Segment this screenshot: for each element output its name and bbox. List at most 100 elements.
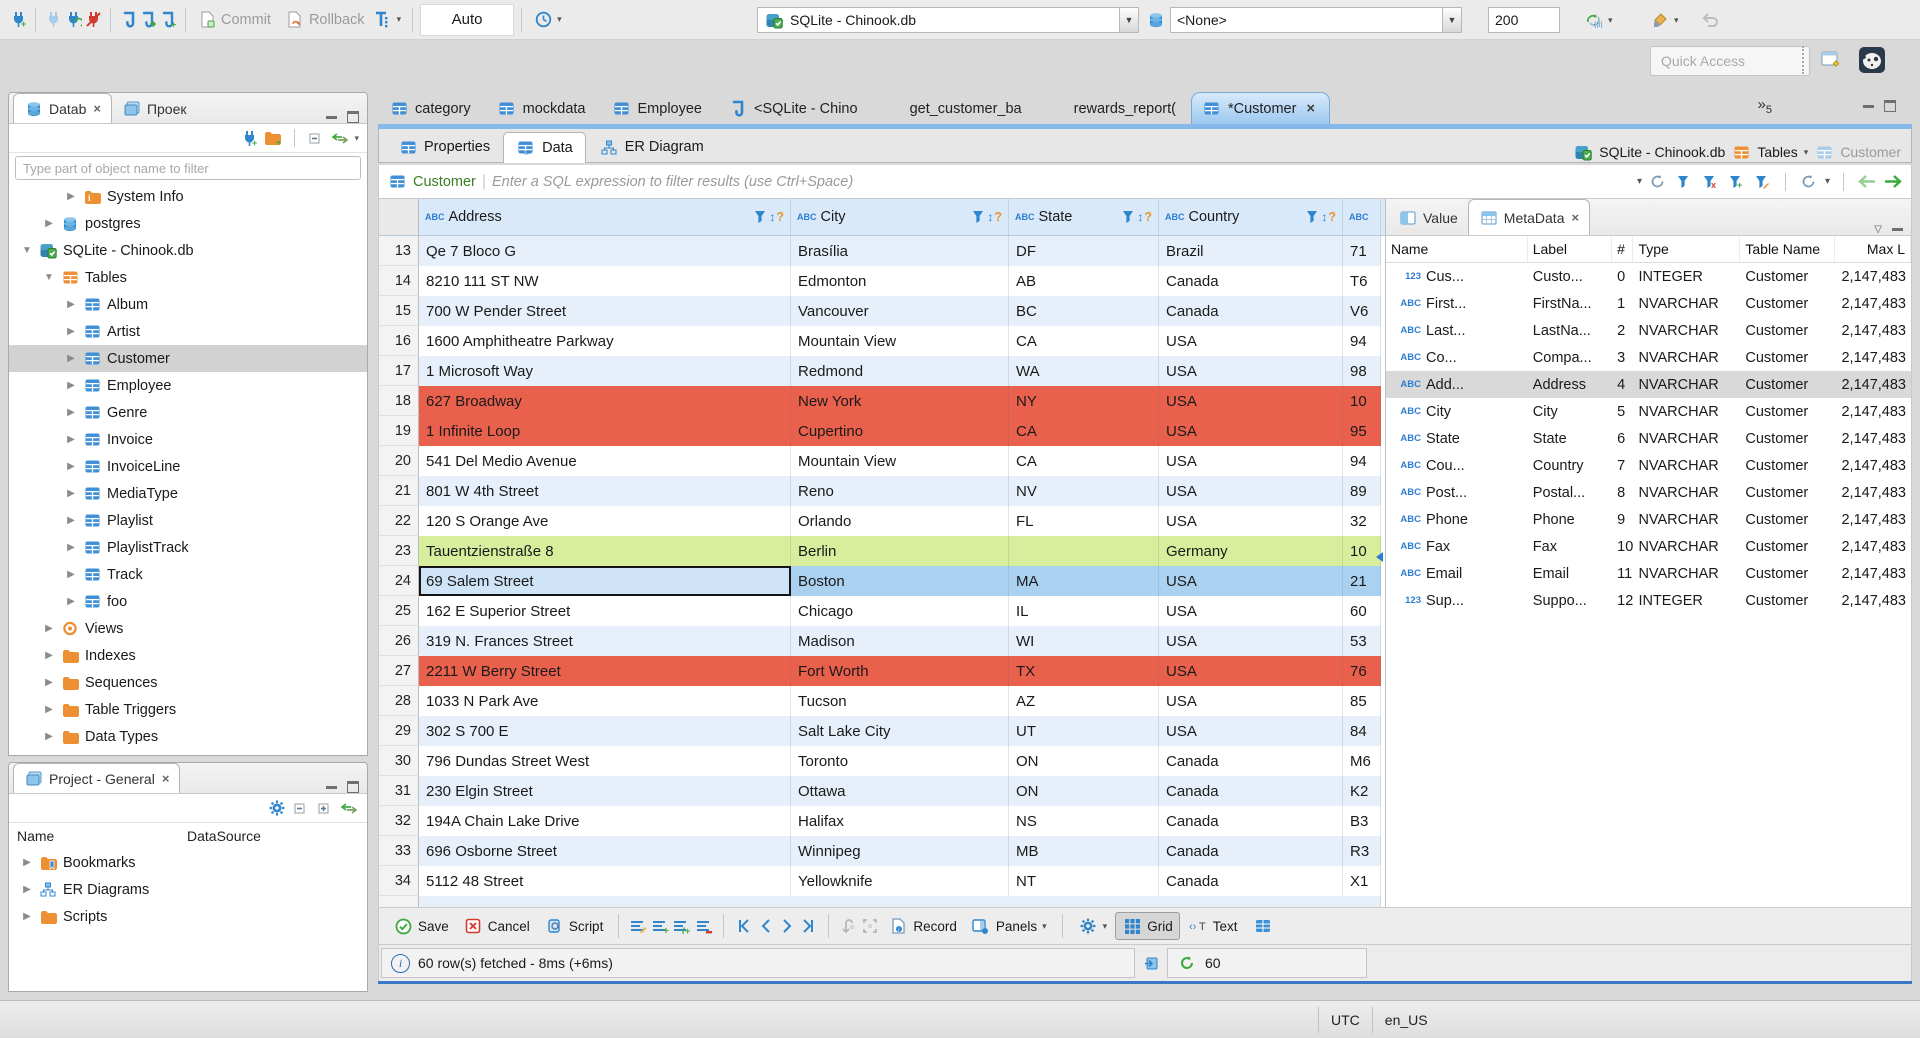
- cell-extra[interactable]: B3: [1343, 806, 1381, 836]
- cell-state[interactable]: ON: [1009, 776, 1159, 806]
- row-number-cell[interactable]: 15: [379, 296, 419, 326]
- cell-country[interactable]: USA: [1159, 656, 1343, 686]
- chevron-down-icon[interactable]: ▽: [1874, 224, 1882, 235]
- sidebar-item-data-types[interactable]: ▶ Data Types: [9, 723, 367, 749]
- recent-sql-editor-icon[interactable]: [138, 10, 158, 30]
- meta-cell-maxlength[interactable]: 2,147,483: [1835, 425, 1911, 452]
- filter-funnel-icon[interactable]: [1305, 207, 1320, 227]
- meta-cell-label[interactable]: State: [1528, 425, 1612, 452]
- metadata-row[interactable]: ABC State State 6 NVARCHAR Customer 2,147,483: [1386, 425, 1911, 452]
- meta-cell-table[interactable]: Customer: [1740, 587, 1835, 614]
- table-row[interactable]: 28 1033 N Park Ave Tucson AZ USA 85: [379, 686, 1385, 716]
- meta-cell-maxlength[interactable]: 2,147,483: [1835, 479, 1911, 506]
- table-row[interactable]: 27 2211 W Berry Street Fort Worth TX USA 76: [379, 656, 1385, 686]
- row-number-cell[interactable]: 19: [379, 416, 419, 446]
- sidebar-item-postgres[interactable]: ▶ postgres: [9, 210, 367, 237]
- sidebar-item-artist[interactable]: ▶ Artist: [9, 318, 367, 345]
- cell-address[interactable]: Tauentzienstraße 8: [419, 536, 791, 566]
- collapse-all-icon[interactable]: [291, 798, 311, 818]
- meta-cell-table[interactable]: Customer: [1740, 506, 1835, 533]
- table-row[interactable]: 29 302 S 700 E Salt Lake City UT USA 84: [379, 716, 1385, 746]
- meta-cell-maxlength[interactable]: 2,147,483: [1835, 344, 1911, 371]
- row-number-cell[interactable]: 30: [379, 746, 419, 776]
- meta-cell-type[interactable]: NVARCHAR: [1633, 398, 1740, 425]
- sidebar-item-genre[interactable]: ▶ Genre: [9, 399, 367, 426]
- meta-cell-type[interactable]: NVARCHAR: [1633, 479, 1740, 506]
- cell-country[interactable]: USA: [1159, 596, 1343, 626]
- sidebar-item-tables[interactable]: ▼ Tables: [9, 264, 367, 291]
- row-number-cell[interactable]: 25: [379, 596, 419, 626]
- duplicate-row-icon[interactable]: (+): [672, 916, 692, 936]
- metadata-row[interactable]: ABC Phone Phone 9 NVARCHAR Customer 2,147,483: [1386, 506, 1911, 533]
- filter-history-icon[interactable]: ▾: [1637, 176, 1642, 187]
- close-icon[interactable]: ×: [162, 771, 170, 786]
- cell-address[interactable]: 230 Elgin Street: [419, 776, 791, 806]
- meta-cell-type[interactable]: INTEGER: [1633, 263, 1740, 290]
- meta-cell-name[interactable]: ABC Add...: [1386, 371, 1528, 398]
- meta-cell-name[interactable]: ABC Phone: [1386, 506, 1528, 533]
- cell-city[interactable]: Winnipeg: [791, 836, 1009, 866]
- meta-cell-ordinal[interactable]: 9: [1612, 506, 1633, 533]
- cell-city[interactable]: Boston: [791, 566, 1009, 596]
- cell-city[interactable]: Edmonton: [791, 266, 1009, 296]
- meta-cell-label[interactable]: LastNa...: [1528, 317, 1612, 344]
- undo-icon[interactable]: [1700, 10, 1720, 30]
- cell-extra[interactable]: 95: [1343, 416, 1381, 446]
- meta-cell-ordinal[interactable]: 8: [1612, 479, 1633, 506]
- cell-address[interactable]: 696 Osborne Street: [419, 836, 791, 866]
- maximize-icon[interactable]: [347, 111, 359, 123]
- scroll-position-icon[interactable]: [1141, 953, 1161, 973]
- new-connection-icon[interactable]: +: [8, 10, 28, 30]
- cell-country[interactable]: Canada: [1159, 866, 1343, 896]
- cell-extra[interactable]: 32: [1343, 506, 1381, 536]
- meta-cell-name[interactable]: ABC City: [1386, 398, 1528, 425]
- meta-cell-maxlength[interactable]: 2,147,483: [1835, 263, 1911, 290]
- breadcrumb-table[interactable]: Customer: [1840, 144, 1901, 160]
- cell-extra[interactable]: T6: [1343, 266, 1381, 296]
- meta-cell-label[interactable]: Phone: [1528, 506, 1612, 533]
- tree-arrow-icon[interactable]: ▶: [65, 569, 77, 580]
- row-number-header[interactable]: [379, 199, 419, 235]
- filter-funnel-icon[interactable]: [1121, 207, 1136, 227]
- meta-column-name[interactable]: Name: [1386, 236, 1528, 262]
- cell-state[interactable]: AB: [1009, 266, 1159, 296]
- row-number-cell[interactable]: 24: [379, 566, 419, 596]
- cell-city[interactable]: Ottawa: [791, 776, 1009, 806]
- tree-arrow-icon[interactable]: ▶: [65, 407, 77, 418]
- tree-arrow-icon[interactable]: ▶: [65, 326, 77, 337]
- expand-all-icon[interactable]: [315, 798, 335, 818]
- quick-access[interactable]: Quick Access: [1650, 46, 1810, 76]
- column-name[interactable]: Name: [9, 828, 187, 844]
- tree-arrow-icon[interactable]: ▶: [21, 911, 33, 922]
- cell-address[interactable]: 801 W 4th Street: [419, 476, 791, 506]
- next-result-icon[interactable]: [1883, 172, 1903, 192]
- cell-state[interactable]: UT: [1009, 716, 1159, 746]
- cell-address[interactable]: 120 S Orange Ave: [419, 506, 791, 536]
- meta-cell-type[interactable]: INTEGER: [1633, 587, 1740, 614]
- meta-column-max-l[interactable]: Max L: [1835, 236, 1911, 262]
- previous-result-icon[interactable]: [1857, 172, 1877, 192]
- cell-country[interactable]: Canada: [1159, 806, 1343, 836]
- connection-combo-arrow[interactable]: ▼: [1119, 8, 1138, 32]
- sidebar-item-sqlite-chinook-db[interactable]: ▼ SQLite - Chinook.db: [9, 237, 367, 264]
- cell-extra[interactable]: 21: [1343, 566, 1381, 596]
- meta-cell-type[interactable]: NVARCHAR: [1633, 344, 1740, 371]
- sidebar-item-indexes[interactable]: ▶ Indexes: [9, 642, 367, 669]
- meta-cell-label[interactable]: Compa...: [1528, 344, 1612, 371]
- cell-country[interactable]: Canada: [1159, 776, 1343, 806]
- editor-tab-mockdata[interactable]: mockdata: [486, 92, 601, 124]
- text-view-button[interactable]: ‹› T Text: [1182, 913, 1244, 939]
- cell-country[interactable]: USA: [1159, 626, 1343, 656]
- meta-cell-label[interactable]: Fax: [1528, 533, 1612, 560]
- cell-country[interactable]: Brazil: [1159, 236, 1343, 266]
- cell-extra[interactable]: V6: [1343, 296, 1381, 326]
- meta-cell-table[interactable]: Customer: [1740, 479, 1835, 506]
- cell-address[interactable]: 796 Dundas Street West: [419, 746, 791, 776]
- cell-state[interactable]: NV: [1009, 476, 1159, 506]
- new-connection-icon[interactable]: +: [239, 128, 259, 148]
- meta-cell-maxlength[interactable]: 2,147,483: [1835, 506, 1911, 533]
- sort-icon[interactable]: ↕: [987, 210, 993, 224]
- cancel-button[interactable]: Cancel: [457, 913, 536, 939]
- row-number-cell[interactable]: 17: [379, 356, 419, 386]
- tab-projects[interactable]: Проек: [112, 94, 197, 123]
